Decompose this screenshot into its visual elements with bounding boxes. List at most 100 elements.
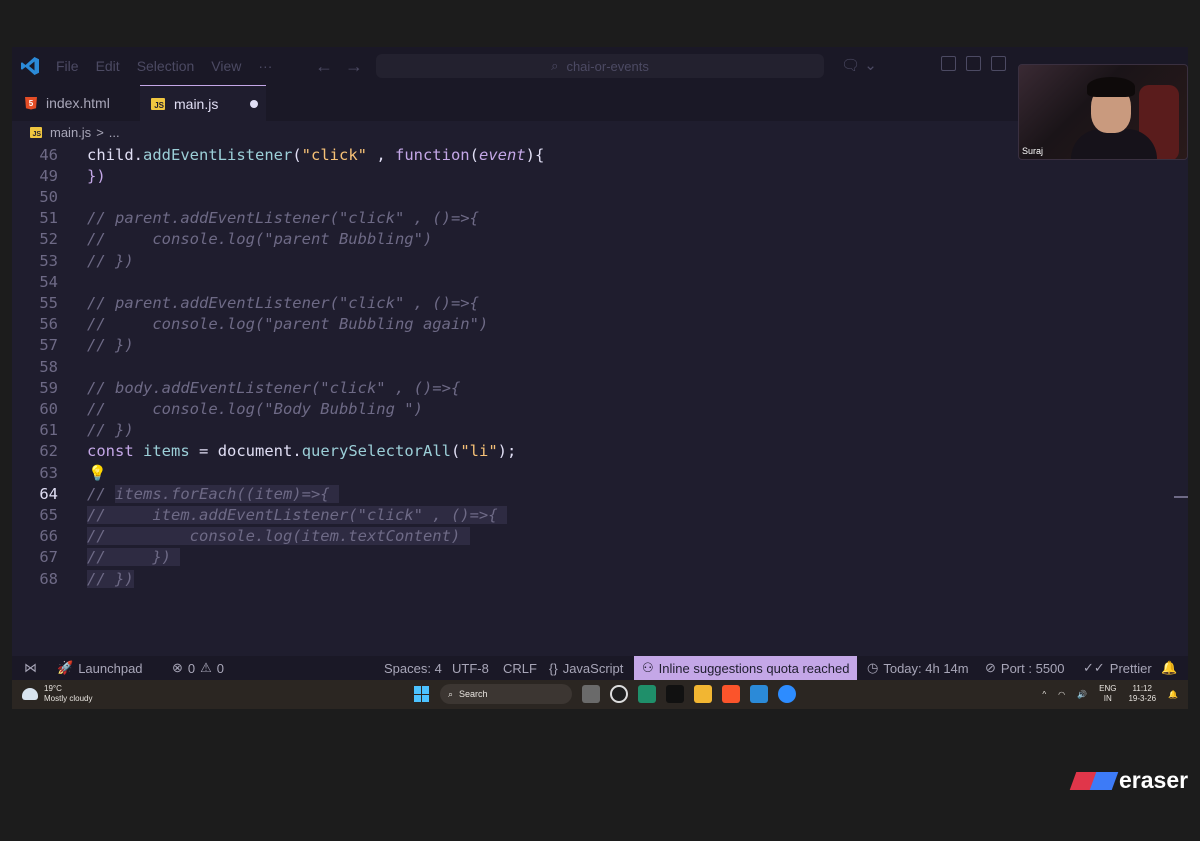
line-number: 68 [39, 569, 58, 588]
code-line[interactable]: 64 // items.forEach((item)=>{ [12, 483, 1188, 504]
code-line[interactable]: 66 // console.log(item.textContent) [12, 526, 1188, 547]
eraser-logo-icon [1069, 771, 1119, 790]
code-token: function [394, 145, 470, 164]
navigation: ← → [315, 56, 363, 77]
code-line[interactable]: 58 [12, 356, 1188, 377]
code-line[interactable]: 46 child.addEventListener("click" , funct… [12, 144, 1188, 165]
menu-selection[interactable]: Selection [137, 58, 195, 74]
terminal-icon[interactable] [666, 685, 684, 703]
menu-edit[interactable]: Edit [96, 58, 120, 74]
error-count: 0 [187, 660, 196, 676]
volume-icon[interactable]: 🔊 [1077, 690, 1087, 699]
taskbar-search[interactable]: ⌕ Search [440, 684, 572, 704]
breadcrumb-file[interactable]: main.js [50, 125, 91, 140]
language-mode[interactable]: {} JavaScript [549, 656, 623, 680]
code-line[interactable]: 49}) [12, 165, 1188, 186]
launchpad-label: Launchpad [78, 660, 143, 676]
indentation-indicator[interactable]: Spaces: 4 [384, 656, 442, 680]
code-line[interactable]: 54 [12, 271, 1188, 292]
chevron-up-icon[interactable]: ^ [1042, 690, 1046, 699]
code-token: , [366, 145, 395, 164]
code-token: ){ [525, 145, 545, 164]
code-text: // console.log("Body Bubbling ") [87, 400, 423, 418]
launchpad-button[interactable]: 🚀 Launchpad [57, 656, 143, 680]
tab-main-js[interactable]: JS main.js [140, 85, 266, 121]
code-token: // [87, 484, 115, 503]
tab-index-html[interactable]: 5 index.html [12, 85, 140, 121]
language-indicator[interactable]: ENG IN [1099, 684, 1116, 704]
menu-more[interactable]: ··· [258, 58, 272, 74]
windows-taskbar: 19°C Mostly cloudy ⌕ Search ^ ◠ 🔊 ENG IN… [12, 680, 1188, 709]
file-explorer-icon[interactable] [694, 685, 712, 703]
code-line[interactable]: 53 // }) [12, 250, 1188, 271]
broadcast-icon: ⊘ [985, 660, 996, 675]
webcam-name-label: Suraj [1022, 146, 1044, 156]
double-check-icon: ✓✓ [1083, 660, 1105, 675]
code-token: document. [217, 442, 302, 461]
code-token: // }) [87, 548, 181, 567]
code-line[interactable]: 61 // }) [12, 420, 1188, 441]
menu-file[interactable]: File [56, 58, 79, 74]
breadcrumb-rest[interactable]: ... [109, 125, 120, 140]
code-token: "click" [301, 145, 367, 164]
toggle-panel-icon[interactable] [991, 56, 1006, 71]
chrome-icon[interactable] [610, 685, 628, 703]
weather-widget[interactable]: 19°C Mostly cloudy [22, 684, 92, 704]
line-number: 54 [39, 272, 58, 291]
store-icon[interactable] [638, 685, 656, 703]
copilot-status[interactable]: ⚇ Inline suggestions quota reached [634, 656, 858, 680]
code-text: // }) [87, 421, 134, 439]
code-line[interactable]: 62 const items = document.querySelectorAl… [12, 441, 1188, 462]
live-server-port[interactable]: ⊘ Port : 5500 [985, 656, 1065, 680]
code-line[interactable]: 60 // console.log("Body Bubbling ") [12, 398, 1188, 419]
toggle-sidebar-icon[interactable] [966, 56, 981, 71]
code-line[interactable]: 65 // item.addEventListener("click" , ()=… [12, 504, 1188, 525]
brave-browser-icon[interactable] [722, 685, 740, 703]
line-number: 60 [39, 399, 58, 418]
javascript-icon: JS [30, 127, 42, 138]
code-line[interactable]: 50 [12, 186, 1188, 207]
forward-arrow-icon[interactable]: → [345, 56, 363, 77]
windows-start-icon[interactable] [414, 686, 430, 702]
warning-icon: ⚠ [200, 660, 212, 675]
code-token: // console.log(item.textContent) [87, 527, 470, 546]
code-text: // }) [87, 569, 134, 588]
code-line[interactable]: 51 // parent.addEventListener("click" , (… [12, 208, 1188, 229]
scrollbar-marker[interactable] [1174, 496, 1188, 498]
command-center-search[interactable]: ⌕ chai-or-events [376, 54, 824, 78]
code-token: // }) [87, 251, 134, 270]
clock[interactable]: 11:12 19-3-26 [1128, 684, 1156, 704]
chat-icon[interactable]: 🗨 ⌄ [841, 56, 877, 74]
code-line[interactable]: 68 // }) [12, 568, 1188, 589]
code-line[interactable]: 57 // }) [12, 335, 1188, 356]
prettier-status[interactable]: ✓✓ Prettier [1083, 656, 1152, 680]
unsaved-dot-icon[interactable] [250, 99, 259, 108]
zoom-icon[interactable] [778, 685, 796, 703]
problems-indicator[interactable]: ⊗ 0 ⚠ 0 [172, 656, 224, 680]
code-line[interactable]: 67 // }) [12, 547, 1188, 568]
code-line[interactable]: 56 // console.log("parent Bubbling again"… [12, 314, 1188, 335]
eol-indicator[interactable]: CRLF [503, 656, 537, 680]
back-arrow-icon[interactable]: ← [315, 56, 333, 77]
time-tracker[interactable]: ◷ Today: 4h 14m [867, 656, 969, 680]
line-number: 51 [39, 209, 58, 228]
task-view-icon[interactable] [582, 685, 600, 703]
remote-icon[interactable]: ⋈ [24, 656, 37, 680]
code-editor[interactable]: 46 child.addEventListener("click" , funct… [12, 144, 1188, 664]
wifi-icon[interactable]: ◠ [1058, 690, 1065, 699]
notification-icon[interactable]: 🔔 [1168, 690, 1178, 699]
line-number: 59 [39, 378, 58, 397]
code-line[interactable]: 55 // parent.addEventListener("click" , (… [12, 292, 1188, 313]
layout-controls [941, 56, 1006, 71]
code-line[interactable]: 52 // console.log("parent Bubbling") [12, 229, 1188, 250]
code-line[interactable]: 63 💡 [12, 462, 1188, 483]
code-line[interactable]: 59 // body.addEventListener("click" , ()=… [12, 377, 1188, 398]
weather-description: Mostly cloudy [44, 694, 93, 703]
encoding-indicator[interactable]: UTF-8 [452, 656, 489, 680]
menu-view[interactable]: View [211, 58, 241, 74]
vscode-taskbar-icon[interactable] [750, 685, 768, 703]
notifications-bell-icon[interactable]: 🔔 [1161, 656, 1177, 680]
layout-panel-icon[interactable] [941, 56, 956, 71]
lightbulb-icon[interactable]: 💡 [88, 464, 107, 482]
